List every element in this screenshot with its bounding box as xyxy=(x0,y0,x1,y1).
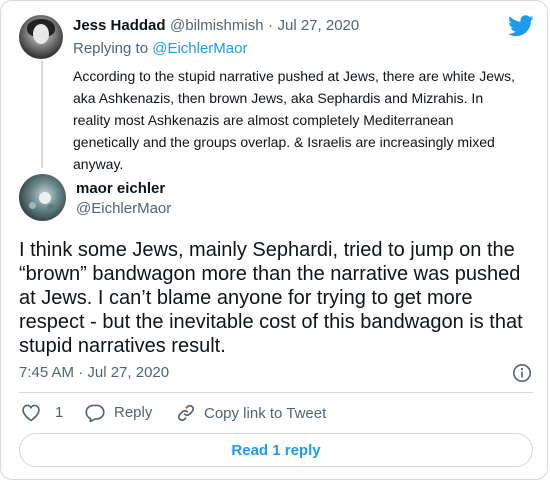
tweet-embed-card: Jess Haddad @bilmishmish · Jul 27, 2020 … xyxy=(0,0,548,480)
replying-to-prefix: Replying to xyxy=(73,40,153,57)
twitter-bird-icon[interactable] xyxy=(508,15,534,37)
copy-link-action[interactable]: Copy link to Tweet xyxy=(176,403,326,423)
heart-icon xyxy=(21,403,41,422)
parent-tweet-text: According to the stupid narrative pushed… xyxy=(73,68,516,172)
main-author-handle[interactable]: @EichlerMaor xyxy=(76,200,171,217)
main-tweet-text: I think some Jews, mainly Sephardi, trie… xyxy=(19,239,523,357)
like-count: 1 xyxy=(55,404,64,421)
avatar-jess-haddad[interactable] xyxy=(19,15,63,59)
divider xyxy=(19,392,533,393)
parent-tweet-date[interactable]: Jul 27, 2020 xyxy=(277,17,359,34)
read-replies-label: Read 1 reply xyxy=(231,441,321,459)
tweet-timestamp[interactable]: 7:45 AM · Jul 27, 2020 xyxy=(19,364,169,381)
reply-action[interactable]: Reply xyxy=(85,403,152,422)
copy-link-label: Copy link to Tweet xyxy=(204,404,327,422)
info-icon[interactable] xyxy=(512,363,532,383)
replying-to-line: Replying to @EichlerMaor xyxy=(73,40,247,57)
link-icon xyxy=(176,403,196,423)
replying-to-handle-link[interactable]: @EichlerMaor xyxy=(152,40,247,57)
read-replies-button[interactable]: Read 1 reply xyxy=(19,433,533,467)
parent-tweet-header: Jess Haddad @bilmishmish · Jul 27, 2020 xyxy=(73,17,359,35)
reply-bubble-icon xyxy=(85,403,105,422)
header-separator: · xyxy=(268,17,274,34)
reply-label: Reply xyxy=(114,404,153,421)
avatar-maor-eichler[interactable] xyxy=(19,174,66,221)
like-action[interactable]: 1 xyxy=(21,403,63,422)
parent-author-handle[interactable]: @bilmishmish xyxy=(170,17,264,34)
thread-connector-line xyxy=(41,61,43,168)
parent-author-name[interactable]: Jess Haddad xyxy=(73,17,166,34)
main-author-name[interactable]: maor eichler xyxy=(76,180,165,197)
